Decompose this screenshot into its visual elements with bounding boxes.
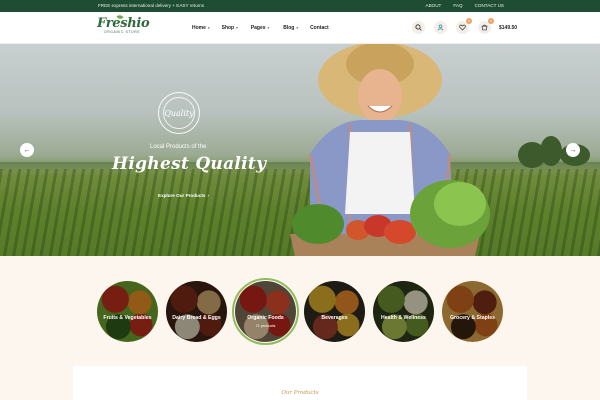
cart-button[interactable]: 0: [478, 18, 494, 34]
nav-item-home[interactable]: Home ▾: [192, 25, 210, 31]
nav-label: Contact: [310, 25, 329, 31]
user-icon: [437, 24, 444, 31]
quality-seal: Quality: [158, 92, 200, 134]
wishlist-button[interactable]: 0: [456, 18, 472, 34]
wishlist-count-badge: 0: [466, 18, 472, 24]
category-overlay: [97, 281, 158, 342]
slider-next-button[interactable]: →: [566, 143, 580, 157]
tree: [540, 136, 562, 166]
section-script-heading: Our Products: [281, 390, 319, 396]
apron: [345, 132, 415, 214]
nav-item-contact[interactable]: Contact: [310, 25, 329, 31]
search-icon: [415, 24, 422, 31]
nav-label: Home: [192, 25, 206, 31]
products-section: Our Products: [73, 366, 527, 400]
chevron-down-icon: ▾: [296, 26, 299, 30]
account-button[interactable]: [434, 21, 447, 34]
logo[interactable]: Freshio ORGANIC STORE: [97, 14, 150, 40]
nav-item-shop[interactable]: Shop ▾: [222, 25, 238, 31]
header-actions: 0 0 $149.50: [412, 18, 517, 34]
nav-label: Blog: [283, 25, 295, 31]
chevron-down-icon: ▾: [267, 26, 270, 30]
hero-pretitle: Local Products of the: [150, 144, 207, 150]
main-nav: Home ▾ Shop ▾ Pages ▾ Blog ▾ Contact: [192, 25, 329, 31]
category-label: Organic Foods: [247, 315, 284, 321]
promo-text: FREE express international delivery + EA…: [98, 3, 205, 8]
lettuce-leaf: [434, 182, 486, 226]
category-item[interactable]: Organic Foods 71 products: [232, 278, 299, 345]
nav-label: Shop: [221, 25, 235, 31]
tomato: [384, 220, 416, 244]
category-label: Beverages: [321, 315, 348, 321]
category-item[interactable]: Health & Wellness: [373, 281, 434, 342]
slider-prev-button[interactable]: ←: [20, 143, 34, 157]
announcement-bar: FREE express international delivery + EA…: [0, 0, 600, 12]
category-count: 71 products: [255, 324, 276, 328]
site-header: Freshio ORGANIC STORE Home ▾ Shop ▾ Page…: [0, 12, 600, 44]
face: [358, 69, 402, 123]
category-label: Health & Wellness: [381, 315, 426, 321]
hero-slider: ← → Quality Local Products of the Highes…: [0, 44, 600, 256]
seal-text: Quality: [163, 97, 195, 129]
explore-products-link[interactable]: Explore Our Products ›: [158, 193, 209, 198]
category-item[interactable]: Dairy Bread & Eggs: [166, 281, 227, 342]
heart-icon: [459, 24, 466, 31]
category-overlay: [304, 281, 365, 342]
search-button[interactable]: [412, 21, 425, 34]
category-label: Fruits & Vegetables: [103, 315, 152, 321]
category-list: Fruits & Vegetables Dairy Bread & Eggs Org…: [97, 278, 503, 345]
topbar-links: ABOUT FAQ CONTACT US: [426, 3, 504, 8]
chevron-down-icon: ▾: [207, 26, 210, 30]
category-item[interactable]: Grocery & Staples: [442, 281, 503, 342]
herbs: [292, 204, 344, 244]
category-overlay: [442, 281, 503, 342]
category-overlay: [373, 281, 434, 342]
farmer-image: [290, 44, 490, 256]
cart-icon: [481, 24, 488, 31]
chevron-right-icon: ›: [207, 193, 210, 198]
nav-label: Pages: [250, 25, 266, 31]
category-item[interactable]: Fruits & Vegetables: [97, 281, 158, 342]
category-label: Grocery & Staples: [450, 315, 495, 321]
cta-label: Explore Our Products: [158, 193, 206, 198]
topbar-link-about[interactable]: ABOUT: [426, 3, 442, 8]
nav-item-pages[interactable]: Pages ▾: [251, 25, 269, 31]
category-overlay: [235, 281, 296, 342]
logo-tagline: ORGANIC STORE: [104, 30, 141, 34]
cart-count-badge: 0: [488, 18, 494, 24]
category-item[interactable]: Beverages: [304, 281, 365, 342]
hero-title: Highest Quality: [112, 154, 267, 174]
category-label: Dairy Bread & Eggs: [172, 315, 221, 321]
chevron-down-icon: ▾: [236, 26, 238, 30]
topbar-link-contact[interactable]: CONTACT US: [475, 3, 504, 8]
cart-total[interactable]: $149.50: [499, 25, 517, 31]
nav-item-blog[interactable]: Blog ▾: [283, 25, 298, 31]
category-overlay: [166, 281, 227, 342]
topbar-link-faq[interactable]: FAQ: [453, 3, 462, 8]
